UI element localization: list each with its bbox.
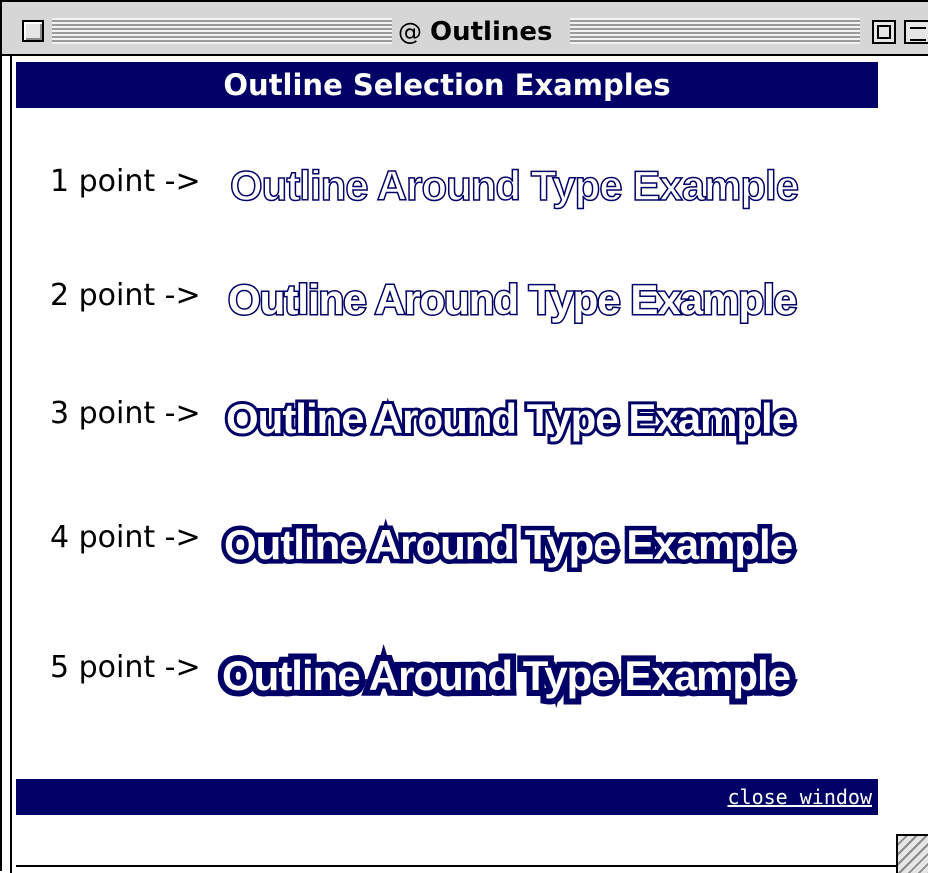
- example-label-1: 1 point ->: [50, 164, 201, 199]
- outline-example-3pt: Outline Around Type Example: [223, 392, 798, 445]
- window-title-text: Outlines: [430, 17, 553, 47]
- content-bottom-border: [16, 865, 896, 867]
- browser-window: @ Outlines Outline Selection Examples 1 …: [0, 0, 928, 873]
- close-box-icon[interactable]: [22, 20, 44, 42]
- window-title-icon: @: [398, 18, 422, 46]
- page-banner: Outline Selection Examples: [16, 62, 878, 108]
- outline-example-2pt: Outline Around Type Example: [226, 275, 798, 325]
- example-label-2: 2 point ->: [50, 278, 201, 313]
- resize-grip-icon[interactable]: [896, 834, 928, 873]
- window-titlebar[interactable]: @ Outlines: [2, 2, 928, 56]
- banner-title: Outline Selection Examples: [223, 68, 671, 102]
- close-window-link[interactable]: close window: [728, 785, 873, 809]
- zoom-box-icon[interactable]: [872, 20, 896, 44]
- example-label-4: 4 point ->: [50, 520, 201, 555]
- outline-example-1pt: Outline Around Type Example: [229, 161, 800, 210]
- titlebar-stripes-left: [52, 18, 392, 44]
- window-title: @ Outlines: [398, 16, 566, 48]
- example-label-5: 5 point ->: [50, 650, 201, 685]
- outline-example-4pt: Outline Around Type Example: [219, 517, 797, 573]
- footer-bar: close window: [16, 779, 878, 815]
- collapse-box-icon[interactable]: [904, 20, 928, 44]
- outline-example-5pt: Outline Around Type Example: [216, 646, 797, 705]
- titlebar-stripes-right: [570, 18, 860, 44]
- example-label-3: 3 point ->: [50, 396, 201, 431]
